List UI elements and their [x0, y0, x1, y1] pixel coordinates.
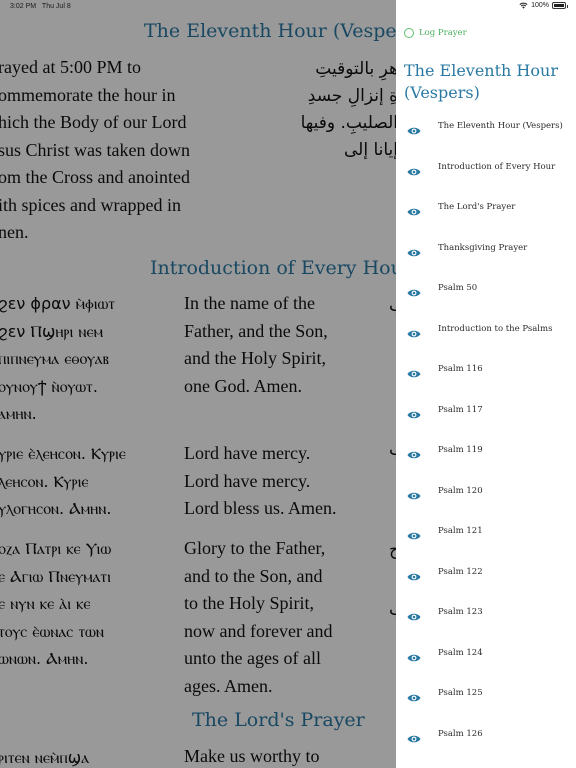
- menu-item-label: Thanksgiving Prayer: [438, 242, 528, 253]
- menu-item[interactable]: Psalm 121: [396, 512, 576, 553]
- eye-icon: [407, 121, 421, 135]
- status-right: 100%: [519, 2, 568, 9]
- menu-item[interactable]: The Lord's Prayer: [396, 188, 576, 229]
- eye-icon: [407, 283, 421, 297]
- eye-icon: [407, 162, 421, 175]
- menu-item-label: Psalm 50: [438, 283, 478, 293]
- menu-item[interactable]: Psalm 125: [396, 674, 576, 715]
- menu-item-label: Psalm 125: [438, 688, 483, 698]
- menu-item[interactable]: Psalm 122: [396, 553, 576, 594]
- log-prayer-label: Log Prayer: [419, 28, 467, 38]
- menu-item-label: Psalm 124: [438, 647, 483, 658]
- section-menu: The Eleventh Hour (Vespers) Introduction …: [396, 107, 576, 755]
- eye-icon: [407, 202, 421, 216]
- menu-item-label: Psalm 126: [438, 728, 483, 739]
- menu-item-label: Introduction of Every Hour: [438, 161, 556, 172]
- eye-icon: [407, 648, 421, 661]
- menu-item-label: Psalm 117: [438, 404, 483, 415]
- eye-icon: [407, 486, 421, 499]
- eye-icon: [407, 324, 421, 337]
- eye-icon: [407, 729, 421, 742]
- menu-item-label: Psalm 122: [438, 566, 483, 577]
- menu-item-label: Psalm 121: [438, 526, 483, 536]
- battery-percent: 100%: [531, 2, 549, 9]
- menu-item[interactable]: Psalm 117: [396, 391, 576, 432]
- drawer-title: The Eleventh Hour (Vespers): [404, 61, 558, 102]
- status-time-text: 3:02 PM: [10, 3, 37, 10]
- menu-item[interactable]: Thanksgiving Prayer: [396, 229, 576, 270]
- eye-icon: [407, 405, 421, 418]
- wifi-icon: [519, 2, 528, 9]
- menu-item-label: The Eleventh Hour (Vespers): [438, 121, 563, 131]
- eye-icon: [407, 567, 421, 580]
- menu-item[interactable]: Psalm 116: [396, 350, 576, 391]
- menu-item[interactable]: Psalm 50: [396, 269, 576, 310]
- eye-icon: [407, 607, 421, 621]
- eye-icon: [407, 688, 421, 702]
- drawer-dim-overlay[interactable]: [0, 0, 396, 768]
- menu-item[interactable]: Psalm 124: [396, 634, 576, 675]
- menu-item-label: The Lord's Prayer: [438, 202, 516, 212]
- status-bar: 3:02 PM Thu Jul 8 100%: [0, 0, 576, 14]
- menu-item[interactable]: The Eleventh Hour (Vespers): [396, 107, 576, 148]
- eye-icon: [407, 243, 421, 256]
- menu-item[interactable]: Introduction of Every Hour: [396, 148, 576, 189]
- eye-icon: [407, 526, 421, 540]
- menu-item[interactable]: Psalm 120: [396, 472, 576, 513]
- status-date: Thu Jul 8: [41, 3, 71, 10]
- log-prayer-button[interactable]: Log Prayer: [404, 28, 467, 38]
- menu-item[interactable]: Psalm 123: [396, 593, 576, 634]
- battery-fill: [554, 4, 564, 7]
- menu-item-label: Psalm 116: [438, 364, 483, 374]
- battery-icon: [552, 2, 568, 9]
- eye-icon: [407, 445, 421, 459]
- menu-item-label: Psalm 123: [438, 607, 483, 617]
- menu-item[interactable]: Psalm 126: [396, 715, 576, 756]
- menu-item-label: Introduction to the Psalms: [438, 323, 553, 334]
- menu-item[interactable]: Introduction to the Psalms: [396, 310, 576, 351]
- menu-item-label: Psalm 119: [438, 445, 483, 455]
- menu-item-label: Psalm 120: [438, 485, 483, 496]
- menu-item[interactable]: Psalm 119: [396, 431, 576, 472]
- status-time: 3:02 PM Thu Jul 8: [10, 3, 71, 10]
- eye-icon: [407, 364, 421, 378]
- navigation-drawer: Log Prayer The Eleventh Hour (Vespers) T…: [396, 0, 576, 768]
- log-prayer-circle-icon: [404, 28, 414, 38]
